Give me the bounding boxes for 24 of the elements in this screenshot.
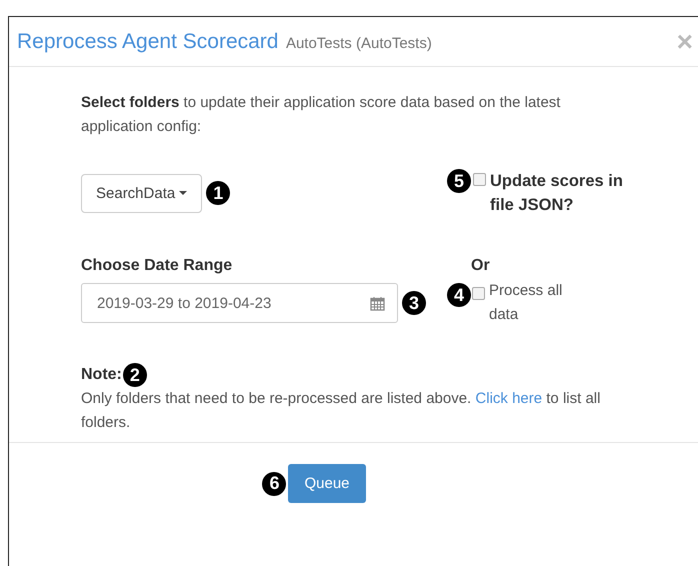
date-range-field[interactable]: 2019-03-29 to 2019-04-23 <box>81 283 398 323</box>
or-label: Or <box>471 257 490 275</box>
number-badge: 1 <box>206 181 230 205</box>
checkbox-label: Process all data <box>489 281 564 325</box>
queue-button[interactable]: Queue <box>288 464 366 503</box>
calendar-icon <box>370 296 385 310</box>
instruction-text: Select folders to update their application score data based on the latest application config: <box>81 93 562 137</box>
caret-icon <box>179 191 188 195</box>
checkbox[interactable] <box>473 173 486 186</box>
checkbox[interactable] <box>472 287 485 300</box>
dialog-title: Reprocess Agent Scorecard <box>17 30 278 52</box>
number-badge: 2 <box>122 363 147 387</box>
close-button[interactable]: × <box>676 28 693 56</box>
number-badge: 6 <box>262 472 286 496</box>
folder-dropdown[interactable]: SearchData <box>81 174 202 212</box>
number-badge: 3 <box>402 291 426 315</box>
checkbox-label: Update scores in file JSON? <box>490 171 624 216</box>
note-title: Note: <box>81 366 122 384</box>
dialog-subtitle: AutoTests (AutoTests) <box>286 34 432 52</box>
number-badge: 5 <box>447 169 471 193</box>
note-text: Only folders that need to be re-processed are listed above. Click here to list all folders. <box>81 389 601 433</box>
field-label: Choose Date Range <box>81 257 232 275</box>
list-all-link[interactable]: Click here <box>475 390 542 407</box>
number-badge: 4 <box>447 283 471 307</box>
